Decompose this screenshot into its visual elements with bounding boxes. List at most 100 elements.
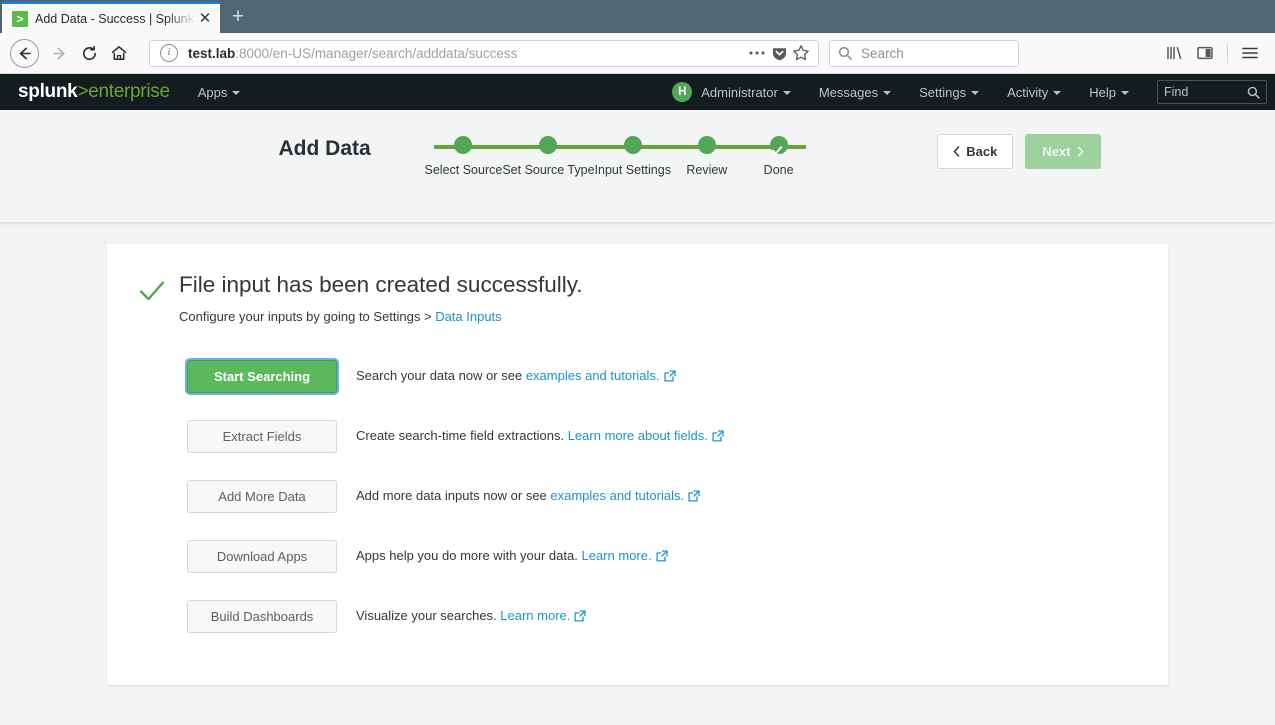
action-row: Build Dashboards Visualize your searches… bbox=[187, 587, 1168, 647]
activity-menu-label: Activity bbox=[1007, 85, 1048, 100]
browser-tab-active[interactable]: > Add Data - Success | Splunk 7 ✕ bbox=[2, 2, 220, 33]
external-link-icon[interactable] bbox=[664, 370, 676, 385]
star-icon[interactable] bbox=[790, 42, 812, 64]
home-icon[interactable] bbox=[104, 38, 134, 68]
build-dashboards-button[interactable]: Build Dashboards bbox=[187, 600, 337, 633]
wizard-step-label: Select Source bbox=[425, 163, 503, 177]
messages-menu[interactable]: Messages bbox=[819, 85, 891, 100]
action-description: Apps help you do more with your data. Le… bbox=[356, 548, 668, 565]
search-icon bbox=[1247, 86, 1260, 99]
reload-icon[interactable] bbox=[74, 38, 104, 68]
new-tab-button[interactable]: + bbox=[220, 2, 256, 33]
chevron-down-icon bbox=[783, 91, 791, 95]
wizard-nav-buttons: Back Next bbox=[937, 134, 1100, 169]
chevron-down-icon bbox=[1121, 91, 1129, 95]
page-body: File input has been created successfully… bbox=[0, 222, 1275, 685]
browser-search-box[interactable]: Search bbox=[829, 40, 1019, 67]
extract-fields-button[interactable]: Extract Fields bbox=[187, 420, 337, 453]
ellipsis-icon[interactable] bbox=[746, 42, 768, 64]
action-row: Start Searching Search your data now or … bbox=[187, 347, 1168, 407]
action-description-text: Create search-time field extractions. bbox=[356, 428, 568, 443]
wizard-dot-check-icon bbox=[770, 136, 788, 154]
next-button-label: Next bbox=[1042, 144, 1070, 159]
wizard-step-done[interactable]: Done bbox=[743, 132, 815, 177]
url-text[interactable]: test.lab:8000/en-US/manager/search/addda… bbox=[188, 46, 746, 61]
start-searching-button[interactable]: Start Searching bbox=[187, 360, 337, 393]
success-title: File input has been created successfully… bbox=[179, 272, 583, 298]
download-apps-button[interactable]: Download Apps bbox=[187, 540, 337, 573]
activity-menu[interactable]: Activity bbox=[1007, 85, 1061, 100]
chevron-down-icon bbox=[1053, 91, 1061, 95]
hamburger-menu-icon[interactable] bbox=[1235, 38, 1265, 68]
wizard-step-label: Done bbox=[743, 163, 815, 177]
browser-navigation-toolbar: i test.lab:8000/en-US/manager/search/add… bbox=[0, 33, 1275, 74]
wizard-step-label: Review bbox=[671, 163, 743, 177]
splunk-logo-primary: splunk bbox=[18, 81, 77, 102]
apps-menu-label: Apps bbox=[198, 85, 228, 100]
find-input[interactable]: Find bbox=[1157, 80, 1267, 104]
pocket-shield-icon[interactable] bbox=[768, 42, 790, 64]
wizard-dot bbox=[624, 136, 642, 154]
external-link-icon[interactable] bbox=[712, 430, 724, 445]
settings-menu[interactable]: Settings bbox=[919, 85, 979, 100]
close-icon[interactable]: ✕ bbox=[196, 10, 214, 28]
messages-menu-label: Messages bbox=[819, 85, 878, 100]
success-subtitle: Configure your inputs by going to Settin… bbox=[179, 309, 583, 324]
external-link-icon[interactable] bbox=[656, 550, 668, 565]
splunk-app-bar: splunk>enterprise Apps H Administrator M… bbox=[0, 74, 1275, 110]
learn-more-link[interactable]: Learn more. bbox=[581, 548, 651, 563]
action-list: Start Searching Search your data now or … bbox=[107, 347, 1168, 647]
wizard-steps: Select Source Set Source Type Input Sett… bbox=[425, 132, 815, 177]
settings-menu-label: Settings bbox=[919, 85, 966, 100]
wizard-step-set-source-type[interactable]: Set Source Type bbox=[502, 132, 594, 177]
page-info-icon[interactable]: i bbox=[160, 44, 178, 62]
action-description: Visualize your searches. Learn more. bbox=[356, 608, 586, 625]
url-host: test.lab bbox=[188, 46, 235, 61]
external-link-icon[interactable] bbox=[574, 610, 586, 625]
search-icon bbox=[838, 46, 852, 60]
forward-arrow-icon bbox=[44, 38, 74, 68]
learn-more-link[interactable]: Learn more. bbox=[500, 608, 570, 623]
wizard-step-input-settings[interactable]: Input Settings bbox=[595, 132, 671, 177]
help-menu-label: Help bbox=[1089, 85, 1116, 100]
action-description-text: Visualize your searches. bbox=[356, 608, 500, 623]
user-menu[interactable]: H Administrator bbox=[672, 82, 791, 102]
examples-and-tutorials-link[interactable]: examples and tutorials. bbox=[550, 488, 684, 503]
action-description: Create search-time field extractions. Le… bbox=[356, 428, 724, 445]
help-menu[interactable]: Help bbox=[1089, 85, 1129, 100]
tabstrip: > Add Data - Success | Splunk 7 ✕ + bbox=[0, 0, 1275, 33]
page-title: Add Data bbox=[279, 137, 371, 161]
sidebar-icon[interactable] bbox=[1190, 38, 1220, 68]
add-data-header: Add Data Select Source Set Source Type I… bbox=[0, 110, 1275, 222]
user-menu-item[interactable]: Administrator bbox=[701, 85, 791, 100]
splunk-bar-right: H Administrator Messages Settings Activi… bbox=[672, 80, 1275, 104]
browser-tab-strip: > Add Data - Success | Splunk 7 ✕ + bbox=[0, 0, 1275, 33]
apps-menu[interactable]: Apps bbox=[198, 85, 241, 100]
library-icon[interactable] bbox=[1160, 38, 1190, 68]
external-link-icon[interactable] bbox=[688, 490, 700, 505]
success-subtitle-text: Configure your inputs by going to Settin… bbox=[179, 309, 435, 324]
back-button[interactable]: Back bbox=[937, 134, 1013, 169]
splunk-favicon: > bbox=[12, 11, 28, 27]
wizard-step-review[interactable]: Review bbox=[671, 132, 743, 177]
browser-tab-title: Add Data - Success | Splunk 7 bbox=[35, 12, 196, 26]
learn-more-about-fields-link[interactable]: Learn more about fields. bbox=[568, 428, 708, 443]
wizard-step-label: Set Source Type bbox=[502, 163, 594, 177]
splunk-logo[interactable]: splunk>enterprise bbox=[18, 81, 170, 103]
url-bar[interactable]: i test.lab:8000/en-US/manager/search/add… bbox=[149, 40, 819, 67]
next-button: Next bbox=[1025, 134, 1100, 169]
add-more-data-button[interactable]: Add More Data bbox=[187, 480, 337, 513]
url-bar-icons bbox=[746, 42, 812, 64]
success-card: File input has been created successfully… bbox=[107, 244, 1168, 685]
data-inputs-link[interactable]: Data Inputs bbox=[435, 309, 502, 324]
wizard-step-label: Input Settings bbox=[595, 163, 671, 177]
chevron-down-icon bbox=[883, 91, 891, 95]
action-row: Download Apps Apps help you do more with… bbox=[187, 527, 1168, 587]
chevron-down-icon bbox=[232, 91, 240, 95]
examples-and-tutorials-link[interactable]: examples and tutorials. bbox=[526, 368, 660, 383]
success-texts: File input has been created successfully… bbox=[169, 272, 583, 324]
action-row: Extract Fields Create search-time field … bbox=[187, 407, 1168, 467]
back-arrow-icon[interactable] bbox=[10, 39, 39, 68]
wizard-step-select-source[interactable]: Select Source bbox=[425, 132, 503, 177]
action-description-text: Add more data inputs now or see bbox=[356, 488, 550, 503]
